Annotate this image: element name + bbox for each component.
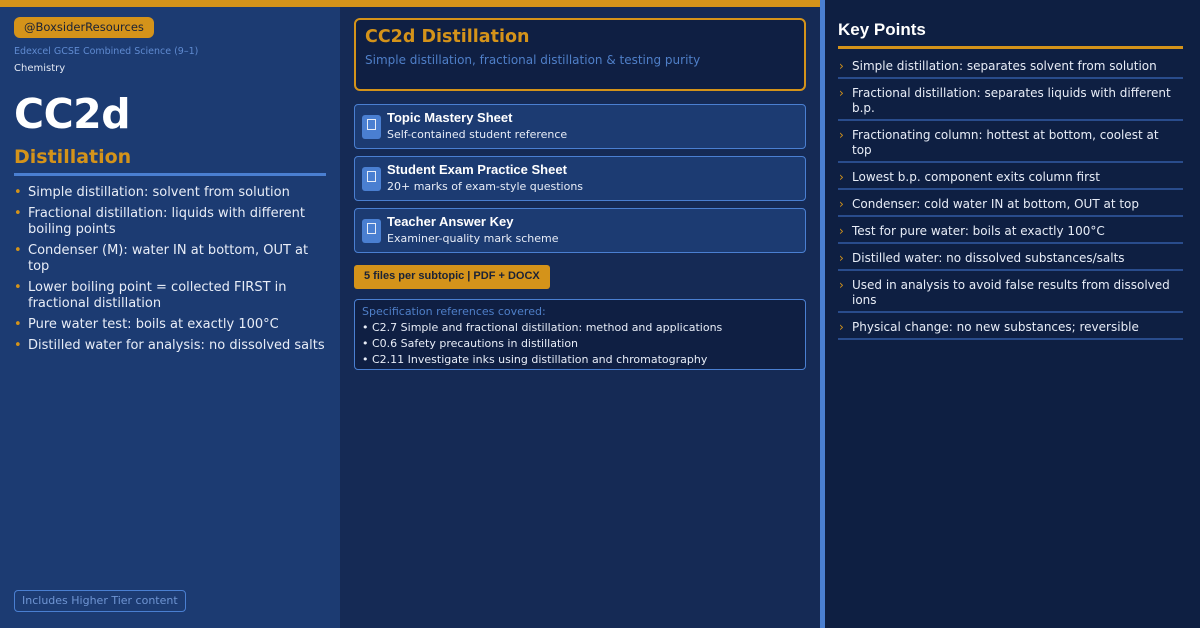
summary-item-text: Distilled water for analysis: no dissolv… (28, 338, 325, 353)
key-point-text: Condenser: cold water IN at bottom, OUT … (852, 197, 1139, 211)
file-name: Student Exam Practice Sheet (387, 162, 567, 177)
handle-badge[interactable]: @BoxsiderResources (14, 17, 154, 38)
document-icon (362, 115, 381, 139)
files-format-badge: 5 files per subtopic | PDF + DOCX (354, 265, 550, 289)
bullet-icon: • (14, 185, 22, 200)
subject-label: Chemistry (14, 63, 66, 74)
spec-title: Specification references covered: (362, 305, 546, 318)
summary-item: • Simple distillation: solvent from solut… (14, 185, 326, 201)
key-point-item: › Distilled water: no dissolved substance… (838, 247, 1183, 271)
middle-panel: CC2d Distillation Simple distillation, f… (340, 7, 820, 628)
spec-item: • C0.6 Safety precautions in distillatio… (362, 337, 579, 350)
specification-box: Specification references covered: • C2.7… (354, 299, 806, 370)
summary-item: • Distilled water for analysis: no dissol… (14, 338, 326, 354)
key-point-text: Lowest b.p. component exits column first (852, 170, 1100, 184)
key-points-list: › Simple distillation: separates solvent … (838, 55, 1183, 340)
summary-item-text: Simple distillation: solvent from soluti… (28, 185, 290, 200)
key-point-item: › Simple distillation: separates solvent … (838, 55, 1183, 79)
key-point-text: Test for pure water: boils at exactly 10… (852, 224, 1105, 238)
summary-item-text: Lower boiling point = collected FIRST in… (28, 280, 287, 311)
left-panel: @BoxsiderResources Edexcel GCSE Combined… (0, 7, 340, 628)
header-title: CC2d Distillation (365, 27, 530, 47)
topic-title: Distillation (14, 146, 326, 176)
file-description: 20+ marks of exam-style questions (387, 180, 584, 193)
exam-board-label: Edexcel GCSE Combined Science (9–1) (14, 46, 199, 57)
summary-item: • Pure water test: boils at exactly 100°C (14, 317, 326, 333)
key-point-text: Fractionating column: hottest at bottom,… (852, 128, 1159, 157)
key-point-item: › Condenser: cold water IN at bottom, OUT… (838, 193, 1183, 217)
key-points-title: Key Points (838, 20, 1183, 49)
summary-item-text: Fractional distillation: liquids with di… (28, 206, 305, 237)
bullet-icon: • (14, 317, 22, 332)
header-subtitle: Simple distillation, fractional distilla… (365, 53, 701, 67)
file-name: Teacher Answer Key (387, 214, 514, 229)
key-point-item: › Fractional distillation: separates liqu… (838, 82, 1183, 121)
topic-code: CC2d (14, 90, 131, 138)
key-points-panel: Key Points › Simple distillation: separat… (825, 0, 1200, 628)
file-description: Examiner-quality mark scheme (387, 232, 559, 245)
chevron-right-icon: › (839, 224, 844, 238)
document-icon (362, 167, 381, 191)
top-accent-bar (0, 0, 820, 7)
topic-header-card: CC2d Distillation Simple distillation, f… (354, 18, 806, 91)
summary-item: • Condenser (M): water IN at bottom, OUT … (14, 243, 326, 275)
chevron-right-icon: › (839, 128, 844, 142)
file-card-topic-mastery-sheet[interactable]: Topic Mastery Sheet Self-contained stude… (354, 104, 806, 149)
key-point-item: › Physical change: no new substances; rev… (838, 316, 1183, 340)
key-point-item: › Fractionating column: hottest at bottom… (838, 124, 1183, 163)
summary-list: • Simple distillation: solvent from solut… (14, 185, 326, 354)
summary-item: • Lower boiling point = collected FIRST i… (14, 280, 326, 312)
file-description: Self-contained student reference (387, 128, 568, 141)
chevron-right-icon: › (839, 251, 844, 265)
summary-item: • Fractional distillation: liquids with d… (14, 206, 326, 238)
chevron-right-icon: › (839, 86, 844, 100)
key-point-text: Physical change: no new substances; reve… (852, 320, 1139, 334)
key-point-text: Used in analysis to avoid false results … (852, 278, 1170, 307)
key-point-item: › Used in analysis to avoid false results… (838, 274, 1183, 313)
bullet-icon: • (14, 243, 22, 258)
bullet-icon: • (14, 206, 22, 221)
file-card-teacher-answer-key[interactable]: Teacher Answer Key Examiner-quality mark… (354, 208, 806, 253)
bullet-icon: • (14, 338, 22, 353)
chevron-right-icon: › (839, 197, 844, 211)
summary-item-text: Condenser (M): water IN at bottom, OUT a… (28, 243, 309, 274)
higher-tier-badge: Includes Higher Tier content (14, 590, 186, 612)
file-card-student-exam-practice-sheet[interactable]: Student Exam Practice Sheet 20+ marks of… (354, 156, 806, 201)
spec-item: • C2.7 Simple and fractional distillatio… (362, 321, 723, 334)
key-point-item: › Lowest b.p. component exits column firs… (838, 166, 1183, 190)
key-point-text: Distilled water: no dissolved substances… (852, 251, 1125, 265)
key-point-text: Simple distillation: separates solvent f… (852, 59, 1157, 73)
document-icon (362, 219, 381, 243)
summary-item-text: Pure water test: boils at exactly 100°C (28, 317, 279, 332)
key-point-item: › Test for pure water: boils at exactly 1… (838, 220, 1183, 244)
file-name: Topic Mastery Sheet (387, 110, 513, 125)
key-point-text: Fractional distillation: separates liqui… (852, 86, 1171, 115)
chevron-right-icon: › (839, 59, 844, 73)
chevron-right-icon: › (839, 278, 844, 292)
bullet-icon: • (14, 280, 22, 295)
chevron-right-icon: › (839, 170, 844, 184)
spec-item: • C2.11 Investigate inks using distillat… (362, 353, 708, 366)
chevron-right-icon: › (839, 320, 844, 334)
